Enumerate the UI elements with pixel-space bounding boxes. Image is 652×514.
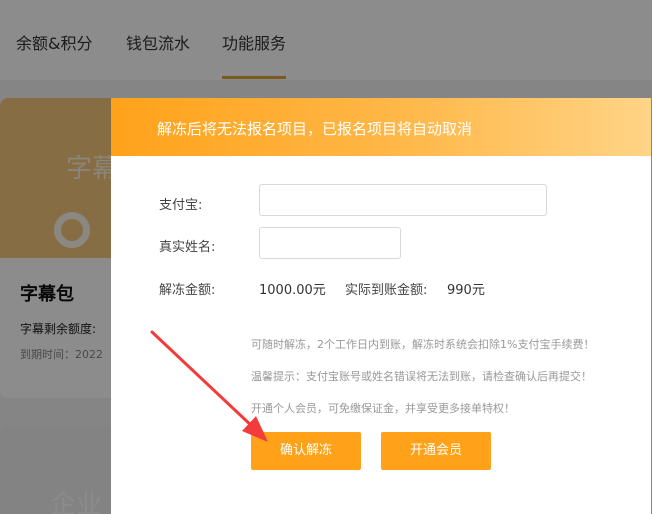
tip-line-2: 温馨提示：支付宝账号或姓名错误将无法到账，请检查确认后再提交！ (251, 370, 592, 383)
actual-amount-value: 990元 (447, 283, 485, 298)
dialog-header: 解冻后将无法报名项目，已报名项目将自动取消 (111, 98, 651, 156)
amount-label: 解冻金额: (159, 283, 216, 298)
dialog-title: 解冻后将无法报名项目，已报名项目将自动取消 (157, 120, 473, 138)
tip-line-3: 开通个人会员，可免缴保证金，并享受更多接单特权！ (251, 402, 515, 415)
actual-amount-label: 实际到账金额: (345, 283, 428, 298)
confirm-unfreeze-button[interactable]: 确认解冻 (251, 432, 361, 470)
alipay-input[interactable] (259, 184, 547, 216)
tip-line-1: 可随时解冻，2个工作日内到账，解冻时系统会扣除1%支付宝手续费！ (251, 338, 595, 351)
real-name-label: 真实姓名: (159, 240, 216, 255)
alipay-label: 支付宝: (159, 198, 203, 213)
amount-value: 1000.00元 (259, 283, 326, 298)
open-membership-button[interactable]: 开通会员 (381, 432, 491, 470)
real-name-input[interactable] (259, 227, 401, 259)
unfreeze-dialog: 解冻后将无法报名项目，已报名项目将自动取消 支付宝: 真实姓名: 解冻金额: 1… (111, 98, 651, 514)
